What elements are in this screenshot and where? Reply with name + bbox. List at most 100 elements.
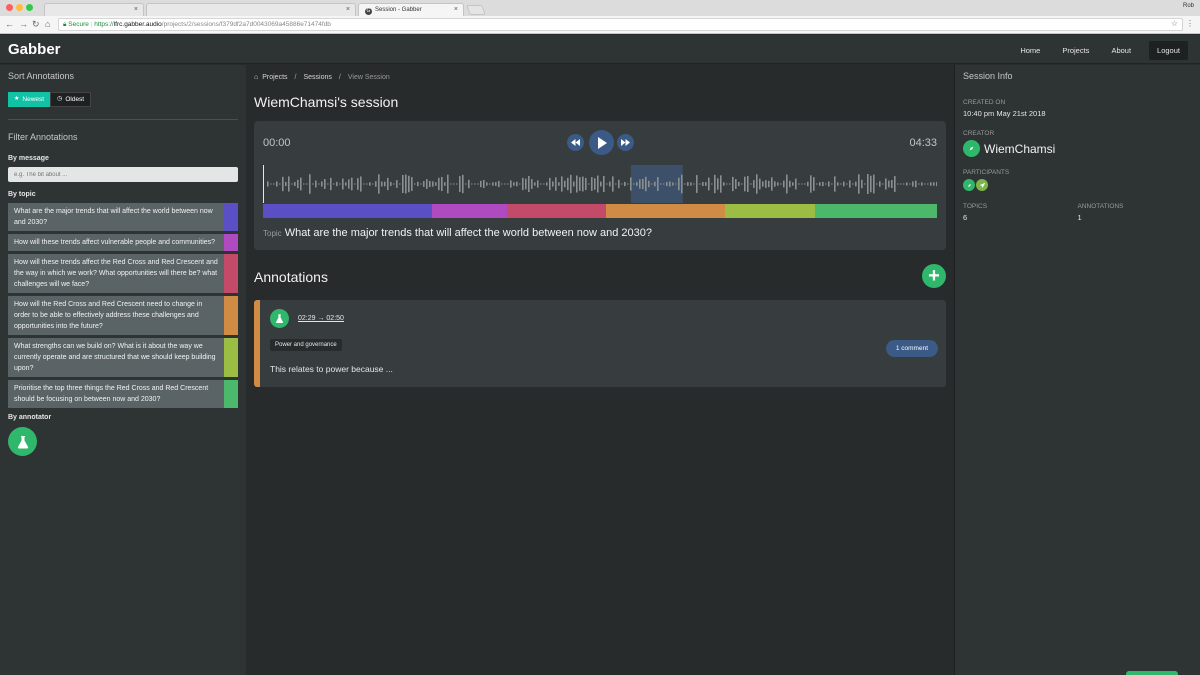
home-icon: ⌂ bbox=[254, 74, 259, 81]
browser-tab-1[interactable]: × bbox=[44, 3, 144, 16]
annotator-avatar[interactable] bbox=[8, 427, 37, 456]
waveform-bar bbox=[852, 183, 854, 185]
waveform-bar bbox=[840, 183, 842, 185]
topic-segment[interactable] bbox=[724, 204, 815, 218]
topic-filter-item[interactable]: What strengths can we build on? What is … bbox=[8, 338, 238, 377]
waveform-bar bbox=[501, 183, 503, 185]
topic-filter-label: What are the major trends that will affe… bbox=[14, 208, 213, 226]
waveform-bar bbox=[618, 179, 620, 189]
waveform-bar bbox=[897, 183, 899, 185]
topic-filter-item[interactable]: How will these trends affect the Red Cro… bbox=[8, 254, 238, 293]
topic-timeline[interactable] bbox=[263, 204, 937, 218]
browser-menu-icon[interactable]: ⋮ bbox=[1186, 19, 1194, 28]
topic-segment[interactable] bbox=[606, 204, 725, 218]
waveform-bar bbox=[828, 181, 830, 187]
topic-filter-item[interactable]: Prioritise the top three things the Red … bbox=[8, 380, 238, 408]
topic-segment[interactable] bbox=[506, 204, 607, 218]
browser-tab-2[interactable]: × bbox=[146, 3, 356, 16]
by-message-label: By message bbox=[8, 155, 49, 162]
back-icon[interactable]: ← bbox=[5, 19, 14, 29]
creator-label: Creator bbox=[963, 130, 995, 137]
topic-color-stripe bbox=[224, 338, 238, 377]
waveform-bar bbox=[447, 174, 449, 194]
fast-forward-button[interactable] bbox=[617, 134, 634, 151]
waveform-bar bbox=[771, 177, 773, 191]
waveform-bar bbox=[792, 182, 794, 186]
waveform-bar bbox=[744, 176, 746, 192]
topic-segment[interactable] bbox=[263, 204, 433, 218]
waveform-bar bbox=[426, 179, 428, 189]
waveform-bar bbox=[921, 182, 923, 186]
sort-buttons: ★ Newest ◷ Oldest bbox=[8, 92, 238, 107]
rewind-icon bbox=[571, 139, 580, 146]
waveform-bar bbox=[675, 183, 677, 185]
url-host: lfrc.gabber.audio bbox=[113, 21, 162, 28]
home-icon[interactable]: ⌂ bbox=[45, 19, 50, 29]
waveform-bar bbox=[705, 182, 707, 186]
browser-profile[interactable]: Rob bbox=[1183, 3, 1194, 9]
close-tab-icon[interactable]: × bbox=[346, 6, 350, 13]
waveform-bar bbox=[681, 174, 683, 194]
waveform-bar bbox=[810, 175, 812, 193]
browser-tab-active[interactable]: G Session - Gabber × bbox=[358, 3, 464, 16]
topic-filter-label: What strengths can we build on? What is … bbox=[14, 343, 216, 372]
waveform-bar bbox=[489, 183, 491, 185]
topic-filter-item[interactable]: How will these trends affect vulnerable … bbox=[8, 234, 238, 251]
waveform-bar bbox=[336, 181, 338, 187]
waveform-bar bbox=[717, 178, 719, 190]
close-window-icon[interactable] bbox=[6, 4, 13, 11]
sort-oldest-button[interactable]: ◷ Oldest bbox=[50, 92, 92, 107]
waveform-bar bbox=[330, 177, 332, 191]
topic-segment[interactable] bbox=[814, 204, 937, 218]
waveform-bar bbox=[342, 178, 344, 190]
current-topic: Topic What are the major trends that will… bbox=[263, 227, 652, 239]
new-tab-button[interactable] bbox=[466, 5, 486, 15]
waveform-bar bbox=[762, 181, 764, 187]
filter-sidebar: Sort Annotations ★ Newest ◷ Oldest Filter … bbox=[0, 65, 246, 675]
waveform[interactable] bbox=[263, 165, 937, 203]
waveform-bar bbox=[393, 183, 395, 185]
waveform-bar bbox=[291, 183, 293, 185]
close-tab-icon[interactable]: × bbox=[454, 6, 458, 13]
waveform-bar bbox=[753, 180, 755, 188]
topic-filter-item[interactable]: How will the Red Cross and Red Crescent … bbox=[8, 296, 238, 335]
topic-filter-item[interactable]: What are the major trends that will affe… bbox=[8, 203, 238, 231]
sort-newest-button[interactable]: ★ Newest bbox=[8, 92, 51, 107]
nav-about[interactable]: About bbox=[1111, 46, 1131, 55]
add-annotation-button[interactable]: + bbox=[922, 264, 946, 288]
maximize-window-icon[interactable] bbox=[26, 4, 33, 11]
address-bar[interactable]: 🔒︎ Secure | https://lfrc.gabber.audio/pr… bbox=[58, 18, 1183, 31]
creator-avatar bbox=[963, 140, 980, 157]
annotations-header: Annotations + bbox=[254, 264, 946, 290]
rewind-button[interactable] bbox=[567, 134, 584, 151]
close-tab-icon[interactable]: × bbox=[134, 6, 138, 13]
waveform-bar bbox=[714, 174, 716, 194]
play-button[interactable] bbox=[589, 130, 614, 155]
brand-logo[interactable]: Gabber bbox=[8, 41, 61, 58]
waveform-bar bbox=[531, 179, 533, 189]
creator-name: WiemChamsi bbox=[984, 141, 1056, 156]
logout-button[interactable]: Logout bbox=[1149, 41, 1188, 60]
reload-icon[interactable]: ↻ bbox=[32, 19, 40, 30]
waveform-bar bbox=[495, 182, 497, 186]
waveform-bar bbox=[603, 175, 605, 193]
participants-list bbox=[963, 179, 1192, 191]
bookmark-star-icon[interactable]: ☆ bbox=[1171, 19, 1178, 28]
topic-segment[interactable] bbox=[432, 204, 507, 218]
breadcrumb-projects[interactable]: Projects bbox=[262, 74, 287, 81]
message-filter-input[interactable] bbox=[8, 167, 238, 182]
waveform-bar bbox=[372, 183, 374, 185]
floating-action-button[interactable] bbox=[1126, 671, 1178, 675]
waveform-bar bbox=[282, 176, 284, 192]
waveform-bar bbox=[378, 174, 380, 194]
comments-button[interactable]: 1 comment bbox=[885, 340, 938, 357]
nav-home[interactable]: Home bbox=[1020, 46, 1040, 55]
waveform-bar bbox=[276, 181, 278, 187]
waveform-bar bbox=[648, 180, 650, 188]
annotation-card[interactable]: 02:29 → 02:50 Power and governance 1 com… bbox=[254, 300, 946, 387]
nav-projects[interactable]: Projects bbox=[1062, 46, 1089, 55]
minimize-window-icon[interactable] bbox=[16, 4, 23, 11]
breadcrumb-sessions[interactable]: Sessions bbox=[303, 74, 331, 81]
annotation-time-range[interactable]: 02:29 → 02:50 bbox=[298, 315, 344, 322]
forward-icon[interactable]: → bbox=[19, 19, 28, 29]
